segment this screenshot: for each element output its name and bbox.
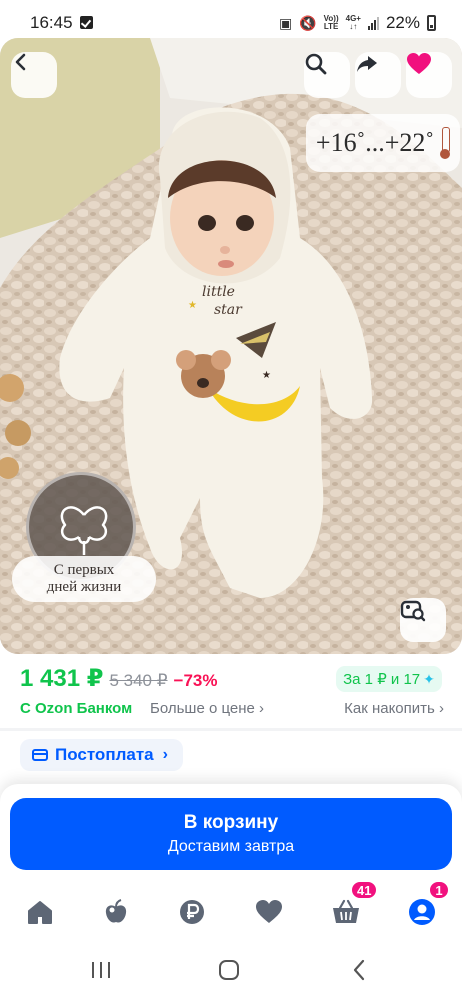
nav-fresh[interactable] (96, 892, 136, 932)
cart-subtitle: Доставим завтра (167, 838, 295, 855)
signal-icon (367, 16, 379, 30)
cart-title: В корзину (183, 812, 279, 833)
chevron-right-icon: › (162, 746, 168, 763)
svg-text:little: little (202, 284, 235, 300)
svg-text:★: ★ (188, 300, 197, 311)
how-to-accumulate-link[interactable]: Как накопить › (344, 700, 444, 717)
status-icons: ▣ 🔇 Vo)) LTE 4G+ ↓↑ 22% (279, 13, 436, 33)
heart-icon (256, 900, 282, 923)
favorite-button[interactable] (406, 52, 452, 98)
mute-icon: 🔇 (299, 14, 317, 31)
home-square-icon (219, 960, 239, 980)
divider (0, 728, 462, 731)
recent-apps-button[interactable] (86, 958, 116, 982)
cotton-label: С первых дней жизни (12, 556, 156, 602)
network-4g-indicator: 4G+ ↓↑ (345, 14, 361, 31)
heart-filled-icon (407, 53, 431, 74)
home-icon (28, 901, 52, 924)
search-icon (305, 53, 327, 75)
svg-text:star: star (214, 302, 243, 318)
recents-icon (92, 962, 110, 978)
add-to-cart-button[interactable]: В корзину Доставим завтра (10, 798, 452, 870)
basket-icon (333, 899, 359, 923)
apple-icon (105, 899, 127, 923)
temperature-badge: +16˚...+22˚ (306, 114, 460, 172)
profile-badge: 1 (428, 880, 450, 900)
ruble-icon (180, 900, 204, 924)
bonus-text: За 1 ₽ и 17 (343, 671, 421, 688)
thermometer-icon (440, 127, 451, 159)
product-image[interactable]: little star ★ ★ +16˚...+22˚ С первых дне… (0, 38, 462, 654)
more-price-link[interactable]: Больше о цене › (150, 700, 264, 717)
search-button[interactable] (304, 52, 350, 98)
back-arrow-icon (353, 959, 365, 981)
nav-home[interactable] (20, 892, 60, 932)
price-discount: −73% (173, 671, 218, 690)
profile-icon (409, 899, 435, 925)
battery-icon (427, 15, 436, 31)
lock-icon: ▣ (278, 14, 293, 31)
battery-percent: 22% (385, 13, 420, 32)
svg-text:★: ★ (262, 370, 271, 381)
price-current: 1 431 ₽ (20, 665, 104, 692)
image-search-icon (400, 600, 426, 622)
system-nav-bar (0, 940, 462, 1000)
price-row: 1 431 ₽ 5 340 ₽ −73% (20, 664, 217, 693)
postpay-button[interactable]: Постоплата › (20, 739, 183, 771)
bottom-nav: 41 1 (0, 880, 462, 940)
visual-search-button[interactable] (400, 598, 446, 642)
system-back-button[interactable] (344, 958, 374, 982)
status-time: 16:45 (30, 13, 73, 32)
sparkle-icon: ✦ (423, 670, 435, 687)
share-icon (357, 56, 377, 72)
price-old: 5 340 ₽ (109, 671, 168, 690)
share-button[interactable] (355, 52, 401, 98)
postpay-label: Постоплата (55, 745, 154, 764)
nav-bank[interactable] (172, 892, 212, 932)
cart-count-badge: 41 (350, 880, 379, 900)
back-button[interactable] (11, 52, 57, 98)
temperature-text: +16˚...+22˚ (315, 128, 435, 157)
home-system-button[interactable] (214, 958, 244, 982)
ozon-bank-link[interactable]: С Ozon Банком (20, 700, 132, 717)
bonus-points-badge[interactable]: За 1 ₽ и 17 ✦ (336, 666, 442, 692)
notification-check-icon (80, 16, 93, 29)
chevron-left-icon (15, 53, 26, 71)
wallet-icon (32, 749, 48, 761)
volte-indicator: Vo)) LTE (323, 14, 339, 31)
nav-favorites[interactable] (249, 892, 289, 932)
